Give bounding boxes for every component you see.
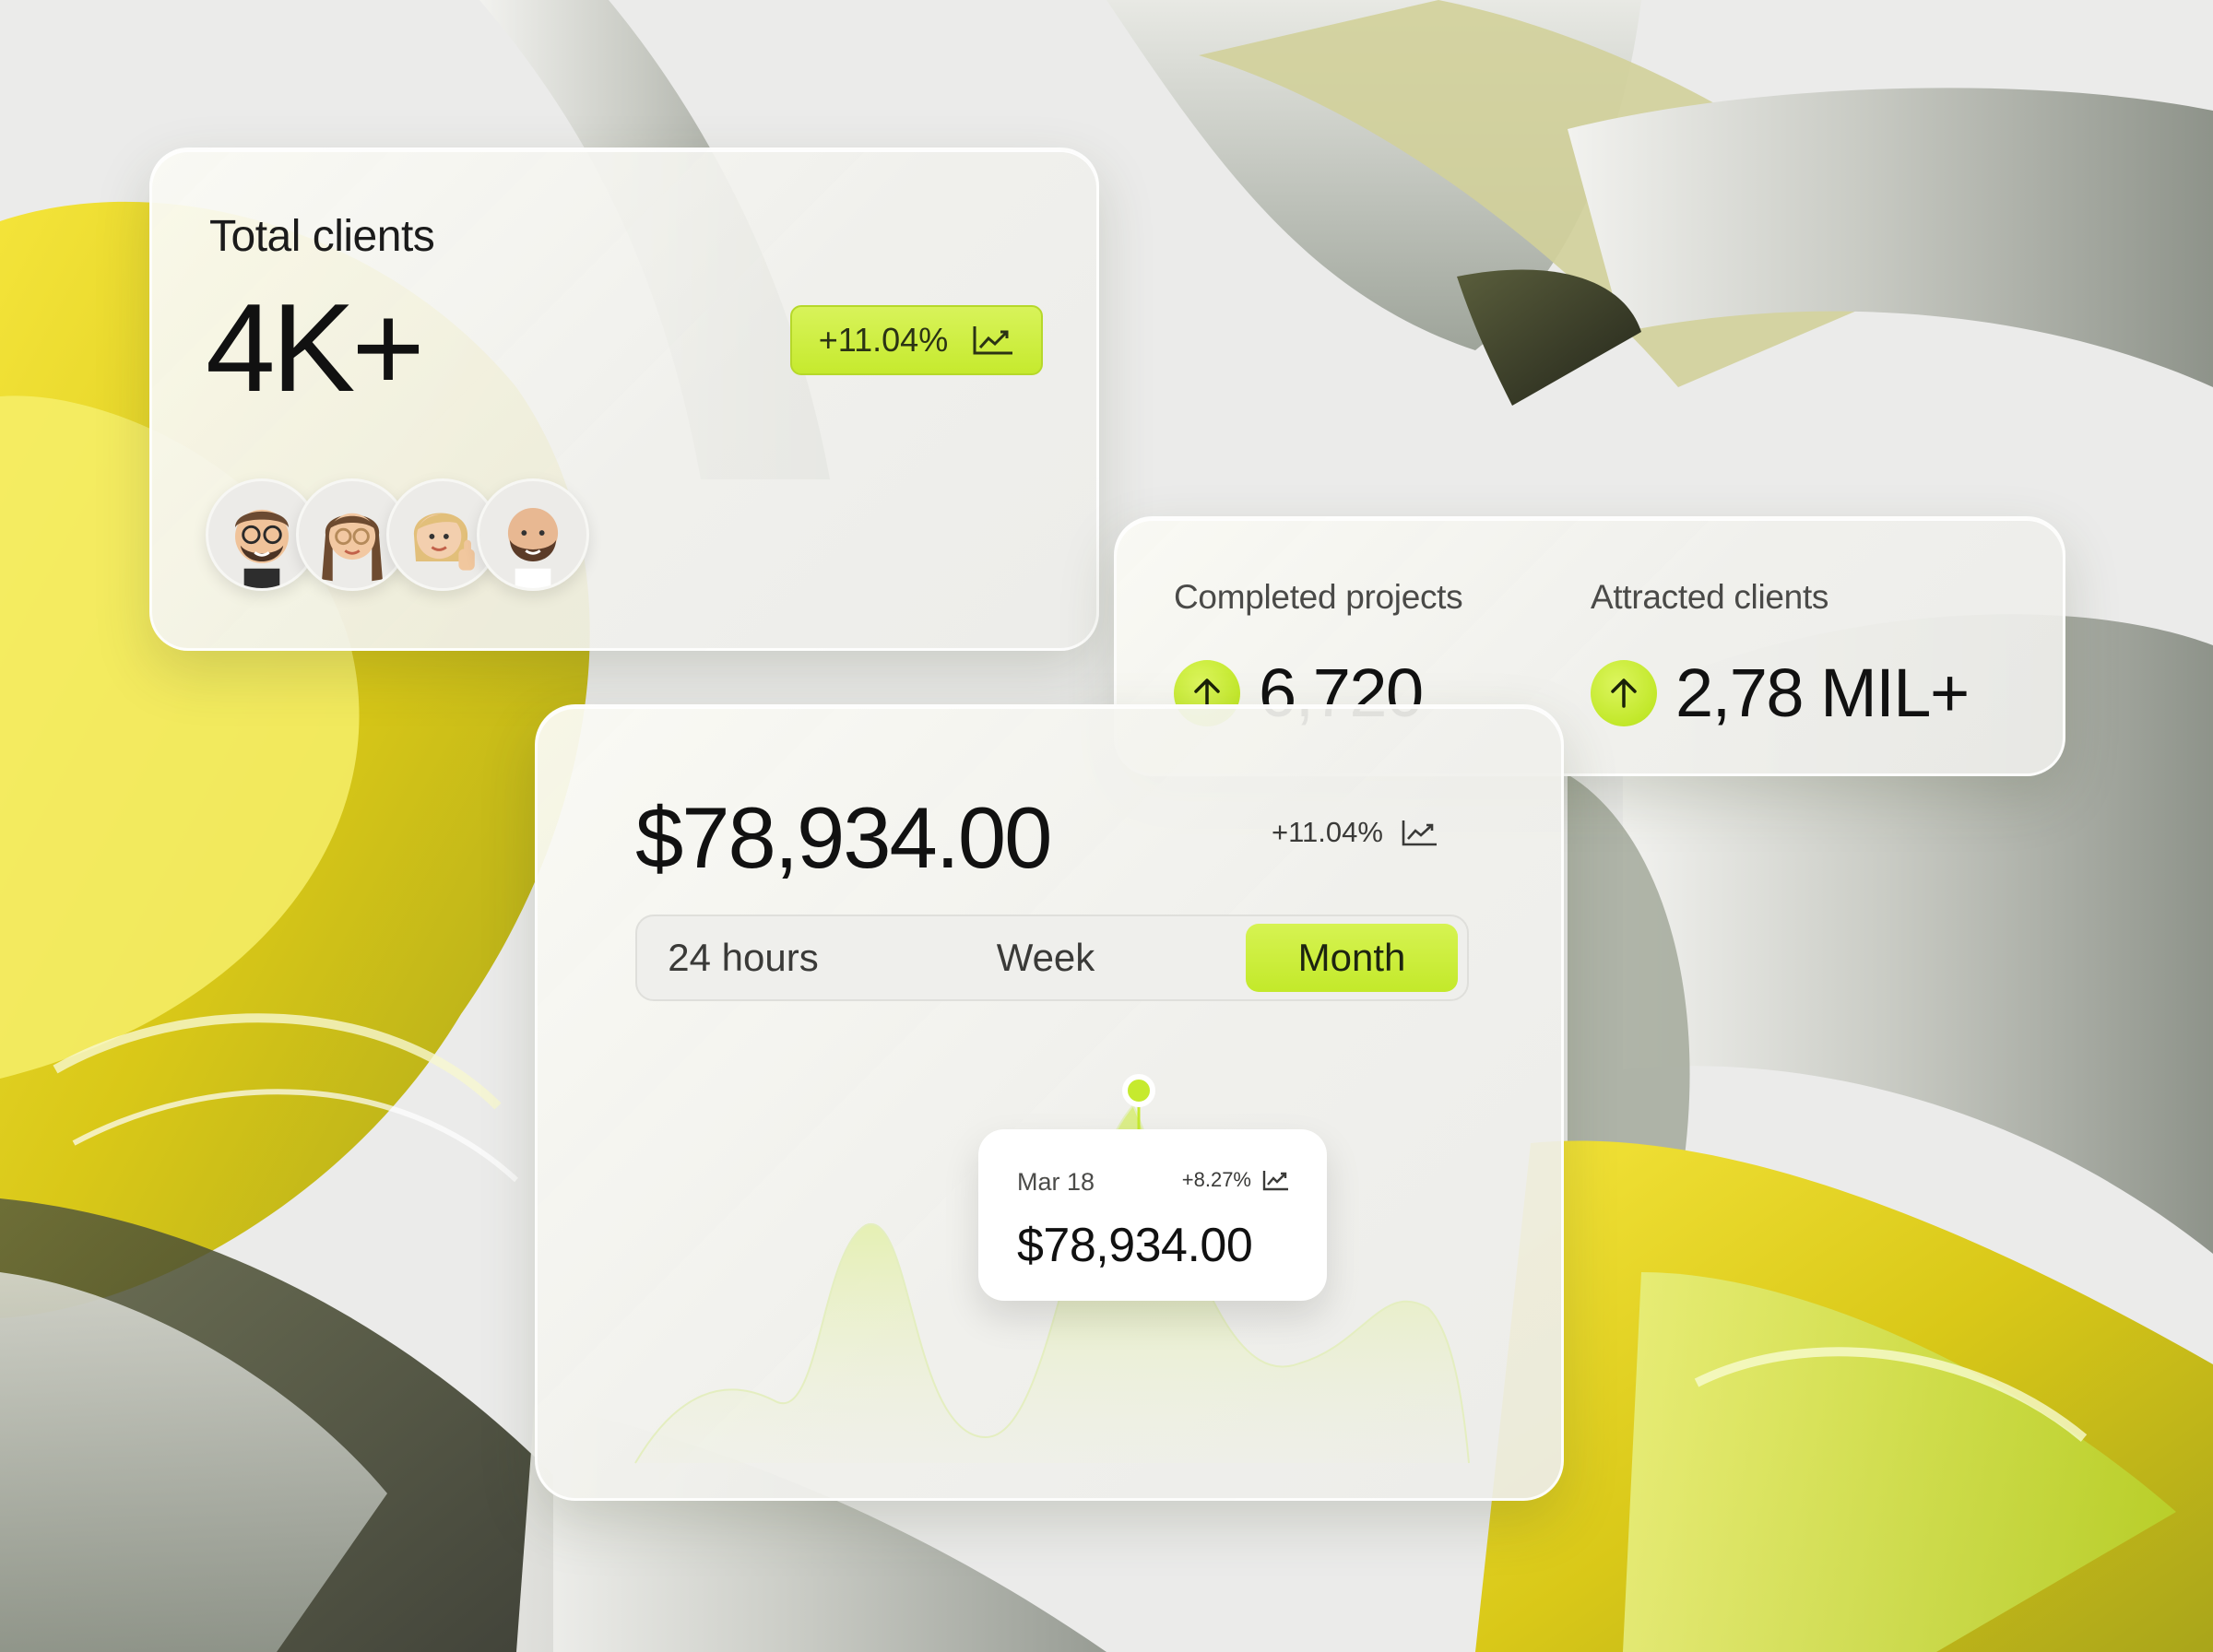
period-tab-24-hours[interactable]: 24 hours	[645, 924, 842, 992]
attracted-clients-value: 2,78 MIL+	[1675, 655, 1970, 731]
total-clients-change-text: +11.04%	[818, 321, 949, 359]
trend-up-icon	[973, 326, 1013, 355]
revenue-change: +11.04%	[1272, 816, 1438, 849]
tooltip-change: +8.27%	[1182, 1168, 1290, 1192]
tooltip-change-text: +8.27%	[1181, 1168, 1251, 1191]
arrow-up-icon	[1591, 659, 1657, 726]
total-clients-change-badge: +11.04%	[790, 305, 1043, 375]
completed-projects-label: Completed projects	[1174, 578, 1463, 616]
revenue-amount: $78,934.00	[635, 789, 1052, 886]
total-clients-label: Total clients	[209, 212, 435, 261]
avatar-man-bald-icon	[507, 508, 559, 588]
period-tab-month[interactable]: Month	[1246, 924, 1458, 992]
client-avatars	[206, 478, 589, 591]
revenue-card: $78,934.00 +11.04% 24 hours Week Month M…	[535, 704, 1564, 1501]
chart-tooltip: Mar 18 +8.27% $78,934.00	[978, 1129, 1327, 1301]
tooltip-date: Mar 18	[1017, 1168, 1095, 1196]
avatar-man-bald[interactable]	[477, 478, 589, 591]
chart-marker-dot[interactable]	[1122, 1074, 1155, 1107]
period-selector: 24 hours Week Month	[635, 914, 1469, 1001]
total-clients-value: 4K+	[206, 277, 425, 418]
period-tab-week[interactable]: Week	[947, 924, 1144, 992]
attracted-clients-stat: Attracted clients 2,78 MIL+	[1591, 578, 1970, 732]
revenue-change-text: +11.04%	[1272, 816, 1383, 848]
trend-up-icon	[1262, 1171, 1288, 1191]
total-clients-card: Total clients 4K+ +11.04%	[149, 148, 1099, 651]
attracted-clients-label: Attracted clients	[1591, 578, 1829, 616]
trend-up-icon	[1402, 820, 1437, 846]
tooltip-amount: $78,934.00	[1017, 1219, 1253, 1272]
